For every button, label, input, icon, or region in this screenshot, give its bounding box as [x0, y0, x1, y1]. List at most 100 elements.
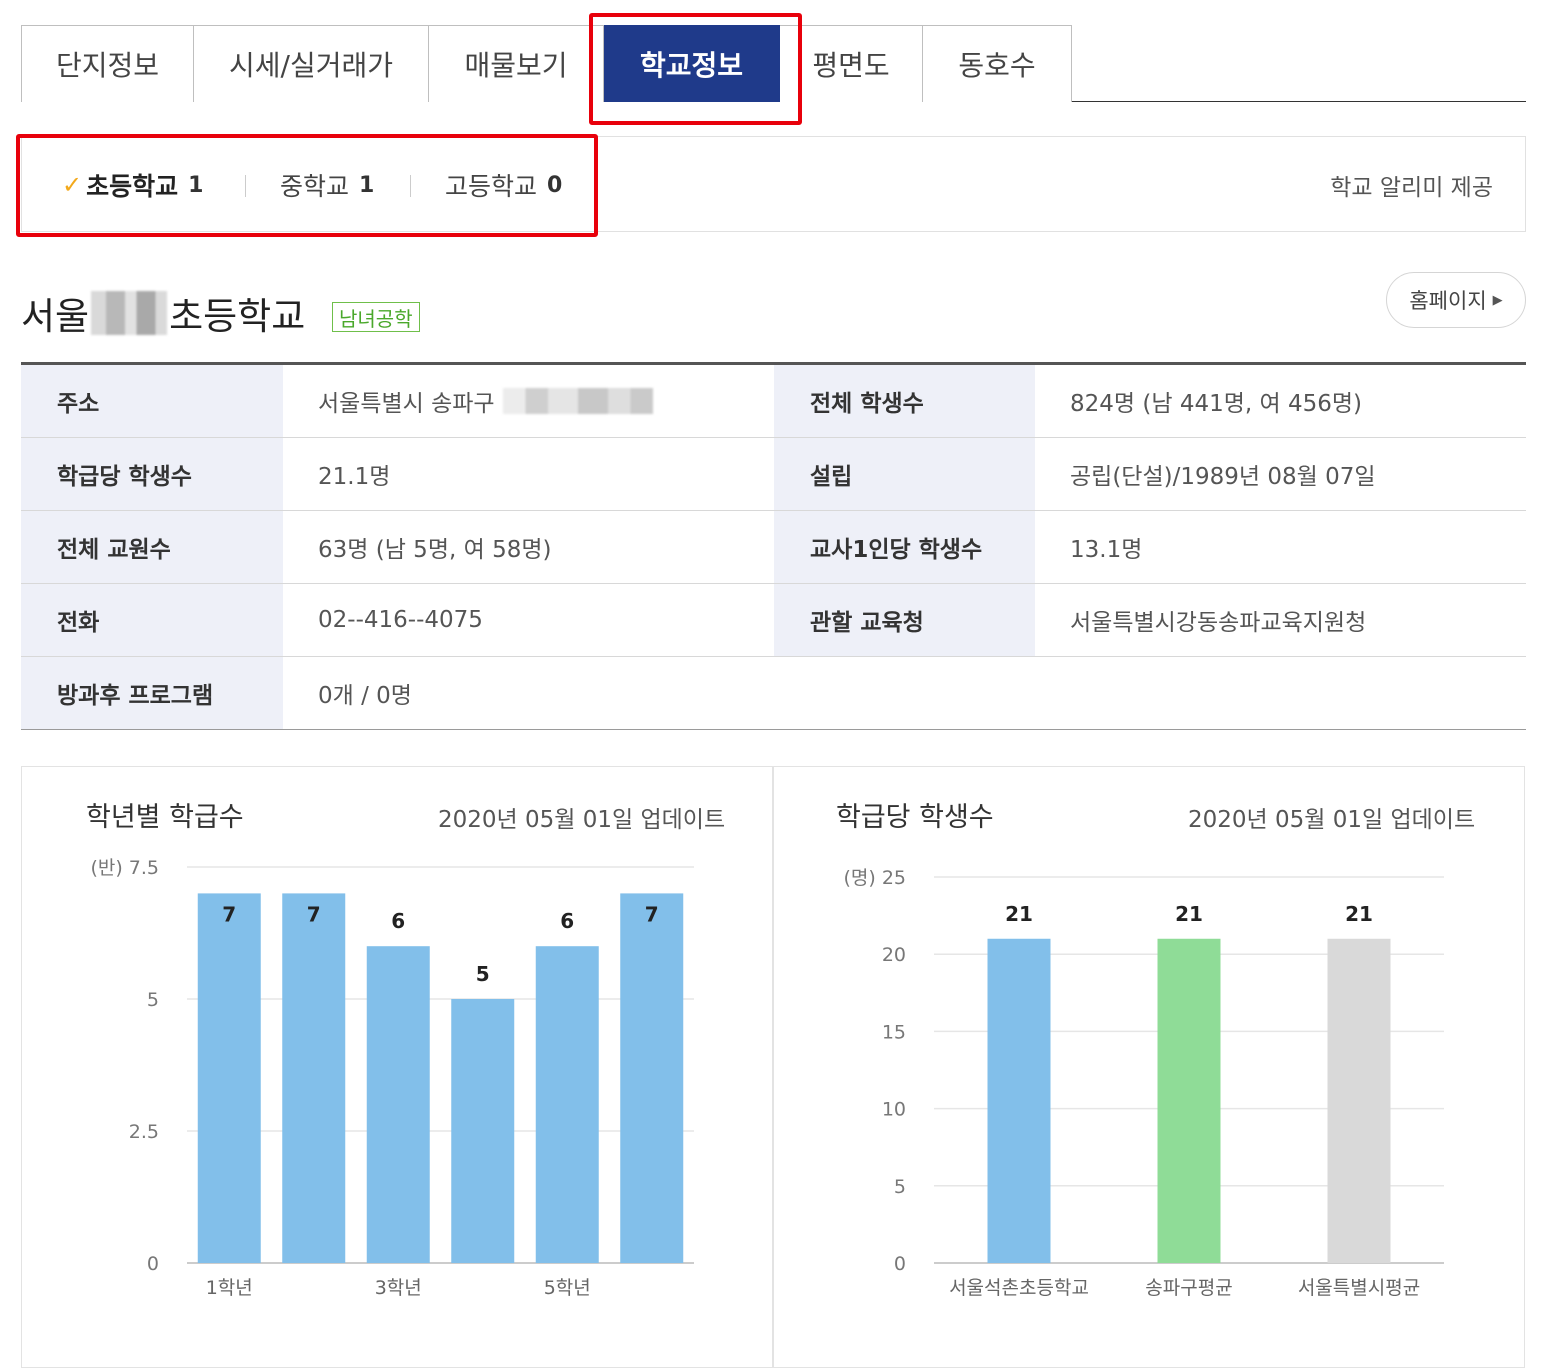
table-row: 방과후 프로그램 0개 / 0명 [21, 657, 1526, 730]
x-tick-label: 서울특별시평균 [1298, 1277, 1420, 1299]
caret-right-icon: ▶ [1492, 292, 1503, 308]
y-tick-label: (반) 7.5 [90, 857, 159, 879]
data-label: 7 [222, 902, 236, 926]
row-value: 02--416--4075 [318, 607, 483, 633]
y-tick-label: (명) 25 [843, 867, 906, 889]
row-value: 63명 (남 5명, 여 58명) [318, 537, 552, 563]
y-tick-label: 20 [882, 944, 906, 966]
gender-badge: 남녀공학 [332, 302, 420, 332]
homepage-label: 홈페이지 [1409, 289, 1487, 313]
row-header: 전화 [21, 584, 283, 656]
divider [245, 175, 246, 197]
divider [410, 175, 411, 197]
school-info-table: 주소 서울특별시 송파구 전체 학생수 824명 (남 441명, 여 456명… [21, 362, 1526, 730]
tab-label: 단지정보 [55, 49, 160, 82]
level-middle[interactable]: 중학교 1 [280, 137, 374, 233]
row-header: 전체 교원수 [21, 511, 283, 583]
data-label: 5 [476, 962, 490, 986]
tab-school-info[interactable]: 학교정보 [604, 25, 780, 102]
data-label: 7 [307, 902, 321, 926]
bar-chart: 0 5 10 15 20 (명) 25 21 서울석촌초등학교 21 송파구평균 21 서울특별시평균 [843, 867, 1444, 1299]
table-row: 전화 02--416--4075 관할 교육청 서울특별시강동송파교육지원청 [21, 584, 1526, 657]
bar [282, 893, 346, 1263]
tab-listings[interactable]: 매물보기 [429, 25, 604, 102]
bar [987, 938, 1051, 1263]
row-value: 824명 (남 441명, 여 456명) [1070, 391, 1363, 417]
x-tick-label: 3학년 [375, 1277, 422, 1299]
table-row: 전체 교원수 63명 (남 5명, 여 58명) 교사1인당 학생수 13.1명 [21, 511, 1526, 584]
empty-cell [774, 657, 1526, 729]
redacted-text [91, 291, 168, 335]
y-tick-label: 15 [882, 1021, 906, 1043]
tab-label: 평면도 [812, 49, 890, 82]
y-tick-label: 10 [882, 1099, 906, 1121]
row-value: 서울특별시 송파구 [283, 365, 774, 437]
bar [451, 999, 515, 1263]
row-header: 방과후 프로그램 [21, 657, 283, 729]
row-header: 교사1인당 학생수 [774, 511, 1035, 583]
row-header: 학급당 학생수 [21, 438, 283, 510]
y-tick-label: 0 [894, 1253, 906, 1275]
level-count: 1 [359, 172, 375, 198]
row-value: 21.1명 [318, 464, 391, 490]
tab-unit-numbers[interactable]: 동호수 [923, 25, 1072, 102]
level-count: 1 [188, 172, 204, 198]
school-name-suffix: 초등학교 [169, 295, 306, 338]
tab-price[interactable]: 시세/실거래가 [194, 25, 429, 102]
redacted-text [502, 388, 653, 414]
x-tick-label: 송파구평균 [1145, 1277, 1232, 1299]
tab-label: 매물보기 [464, 49, 568, 82]
tab-label: 시세/실거래가 [229, 49, 393, 82]
bar-chart: 0 2.5 5 (반) 7.5 7 1학년 7 6 3학년 5 6 5학년 7 [90, 857, 694, 1299]
tab-floor-plan[interactable]: 평면도 [780, 25, 923, 102]
row-value: 서울특별시강동송파교육지원청 [1070, 610, 1367, 636]
bar [197, 893, 261, 1263]
data-label: 21 [1175, 902, 1203, 926]
tab-label: 학교정보 [639, 49, 744, 82]
bar [1327, 938, 1391, 1263]
y-tick-label: 5 [894, 1176, 906, 1198]
x-tick-label: 5학년 [544, 1277, 591, 1299]
row-header: 주소 [21, 365, 283, 437]
level-label: 고등학교 [445, 172, 538, 201]
school-name: 서울 초등학교 [21, 285, 305, 341]
address-value: 서울특별시 송파구 [318, 391, 495, 417]
data-label: 6 [560, 909, 574, 933]
row-header: 전체 학생수 [774, 365, 1035, 437]
level-label: 초등학교 [86, 172, 179, 201]
homepage-button[interactable]: 홈페이지 ▶ [1386, 272, 1526, 328]
data-label: 7 [645, 902, 659, 926]
row-value: 0개 / 0명 [318, 683, 412, 709]
table-row: 주소 서울특별시 송파구 전체 학생수 824명 (남 441명, 여 456명… [21, 365, 1526, 438]
chart-panel-students-per-class: 학급당 학생수 2020년 05월 01일 업데이트 0 5 10 15 20 (명) 2… [773, 766, 1525, 1368]
tab-label: 동호수 [958, 49, 1036, 82]
data-provider-text: 학교 알리미 제공 [1330, 175, 1493, 201]
bar [366, 946, 430, 1263]
row-header: 설립 [774, 438, 1035, 510]
data-label: 21 [1345, 902, 1373, 926]
row-value: 13.1명 [1070, 537, 1143, 563]
level-high[interactable]: 고등학교 0 [445, 137, 562, 233]
bar [1157, 938, 1221, 1263]
y-tick-label: 0 [147, 1253, 159, 1275]
row-value: 공립(단설)/1989년 08월 07일 [1070, 464, 1376, 490]
level-label: 중학교 [280, 172, 350, 201]
y-tick-label: 5 [147, 989, 159, 1011]
x-tick-label: 1학년 [206, 1277, 253, 1299]
check-icon: ✓ [62, 171, 83, 199]
x-tick-label: 서울석촌초등학교 [949, 1277, 1089, 1299]
level-elementary[interactable]: ✓ 초등학교 1 [62, 137, 203, 233]
school-name-prefix: 서울 [21, 295, 90, 338]
tab-bar: 단지정보 시세/실거래가 매물보기 학교정보 평면도 동호수 [21, 25, 1526, 102]
table-row: 학급당 학생수 21.1명 설립 공립(단설)/1989년 08월 07일 [21, 438, 1526, 511]
school-level-nav: ✓ 초등학교 1 중학교 1 고등학교 0 학교 알리미 제공 [21, 136, 1526, 232]
chart-panel-classes-by-grade: 학년별 학급수 2020년 05월 01일 업데이트 0 2.5 5 (반) 7.5 7… [21, 766, 773, 1368]
bar [535, 946, 599, 1263]
y-tick-label: 2.5 [129, 1121, 159, 1143]
row-header: 관할 교육청 [774, 584, 1035, 656]
tab-complex-info[interactable]: 단지정보 [21, 25, 194, 102]
data-label: 6 [391, 909, 405, 933]
bar [620, 893, 684, 1263]
level-count: 0 [547, 172, 563, 198]
data-label: 21 [1005, 902, 1033, 926]
